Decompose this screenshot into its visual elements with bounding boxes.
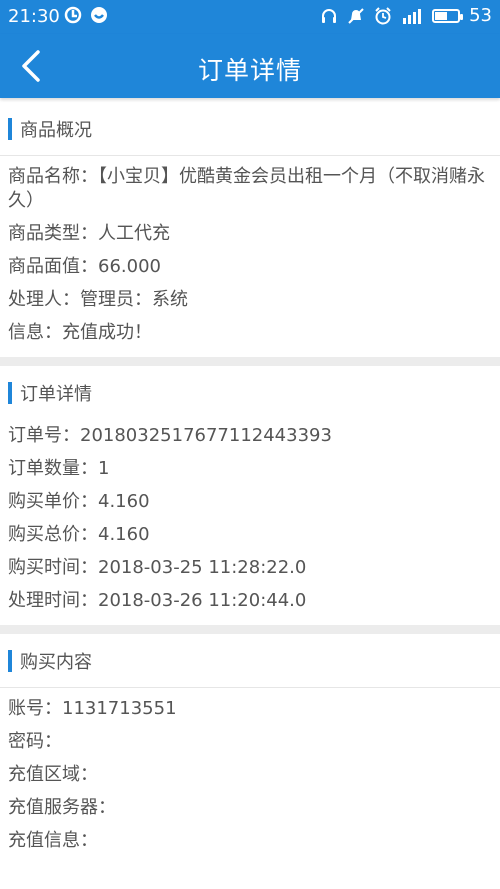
page-title: 订单详情 [197,56,302,85]
message-row: 信息：充值成功！ [8,322,152,343]
signal-4g-icon [403,8,422,24]
section-accent-bar [8,381,12,404]
order-info-list: 订单号：2018032517677112443393 订单数量：1 购买单价：4… [0,419,500,625]
purchase-time-row: 购买时间：2018-03-25 11:28:22.0 [8,557,307,578]
section-divider [0,357,500,366]
status-bar: 21:30 53 [0,0,500,34]
account-row: 账号：1131713551 [8,698,177,719]
product-section: 商品概况 商品名称：【小宝贝】优酷黄金会员出租一个月（不取消赌永久） 商品类型：… [0,102,500,357]
mute-icon [348,7,364,24]
alarm-icon [375,6,391,24]
order-quantity-row: 订单数量：1 [8,458,110,479]
product-name-row: 商品名称：【小宝贝】优酷黄金会员出租一个月（不取消赌永久） [8,166,485,211]
app-icon [91,7,107,23]
status-left-icons [64,6,108,24]
handler-row: 处理人：管理员：系统 [8,289,188,310]
password-row: 密码： [8,731,62,752]
order-section: 订单详情 订单号：2018032517677112443393 订单数量：1 购… [0,366,500,625]
purchase-info-list: 账号：1131713551 密码： 充值区域： 充值服务器： 充值信息： [0,688,500,865]
section-accent-bar [8,117,12,140]
total-price-row: 购买总价：4.160 [8,524,150,545]
section-header: 购买内容 [0,634,500,688]
purchase-section: 购买内容 账号：1131713551 密码： 充值区域： 充值服务器： 充值信息… [0,634,500,865]
headset-icon [322,8,337,23]
product-info-list: 商品名称：【小宝贝】优酷黄金会员出租一个月（不取消赌永久） 商品类型：人工代充 … [0,156,500,357]
product-type-row: 商品类型：人工代充 [8,223,170,244]
section-title: 订单详情 [20,383,92,405]
section-header: 订单详情 [0,366,500,419]
product-value-row: 商品面值：66.000 [8,256,161,277]
status-time: 21:30 [8,6,60,27]
recharge-info-row: 充值信息： [8,830,98,851]
order-number-row: 订单号：2018032517677112443393 [8,425,332,446]
battery-percent: 53 [469,5,492,26]
section-header: 商品概况 [0,102,500,156]
nav-bar: 订单详情 [0,34,500,98]
server-row: 充值服务器： [8,797,116,818]
status-right-icons: 53 [320,5,492,26]
unit-price-row: 购买单价：4.160 [8,491,150,512]
sync-icon [64,6,82,24]
region-row: 充值区域： [8,764,98,785]
section-accent-bar [8,649,12,672]
section-divider [0,625,500,634]
section-title: 商品概况 [20,119,92,141]
section-title: 购买内容 [20,651,92,673]
process-time-row: 处理时间：2018-03-26 11:20:44.0 [8,590,307,611]
battery-icon [432,8,464,23]
